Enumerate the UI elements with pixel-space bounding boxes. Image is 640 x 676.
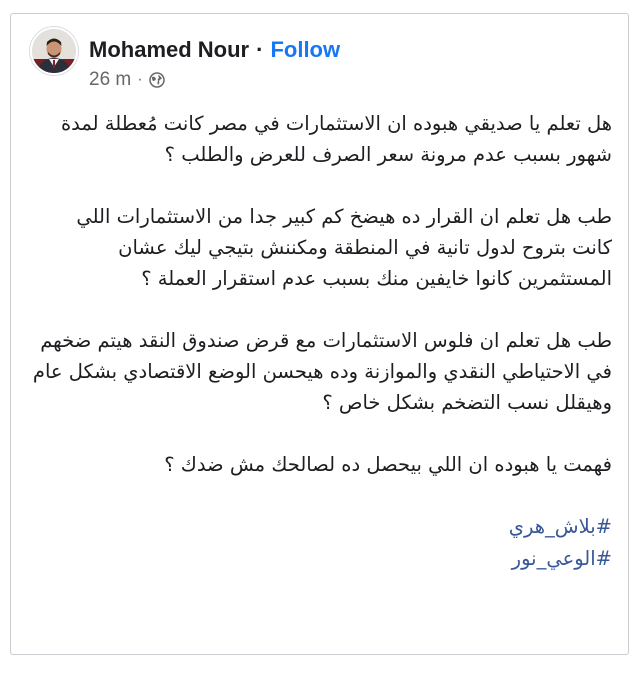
post-header: Mohamed Nour · Follow [89, 34, 340, 66]
post-paragraph-1: هل تعلم يا صديقي هبوده ان الاستثمارات في… [60, 112, 612, 166]
post-meta: 26 m · [89, 68, 165, 92]
avatar[interactable] [30, 27, 78, 75]
hashtag-list: #بلاش_هري #الوعي_نور [32, 511, 612, 575]
post-timestamp[interactable]: 26 m [89, 69, 131, 91]
hashtag-link[interactable]: #الوعي_نور [32, 543, 612, 575]
globe-icon[interactable] [148, 72, 165, 88]
post-paragraph-3: طب هل تعلم ان فلوس الاستثمارات مع قرض صن… [32, 329, 612, 414]
meta-separator: · [137, 71, 143, 88]
post-paragraph-4: فهمت يا هبوده ان اللي بيحصل ده لصالحك مش… [164, 453, 612, 476]
profile-photo [32, 29, 76, 73]
post-text: هل تعلم يا صديقي هبوده ان الاستثمارات في… [32, 108, 612, 575]
author-name[interactable]: Mohamed Nour [89, 37, 249, 63]
hashtag-link[interactable]: #بلاش_هري [32, 511, 612, 543]
header-separator: · [256, 37, 264, 62]
post-paragraph-2: طب هل تعلم ان القرار ده هيضخ كم كبير جدا… [76, 205, 612, 290]
follow-button[interactable]: Follow [270, 37, 340, 63]
